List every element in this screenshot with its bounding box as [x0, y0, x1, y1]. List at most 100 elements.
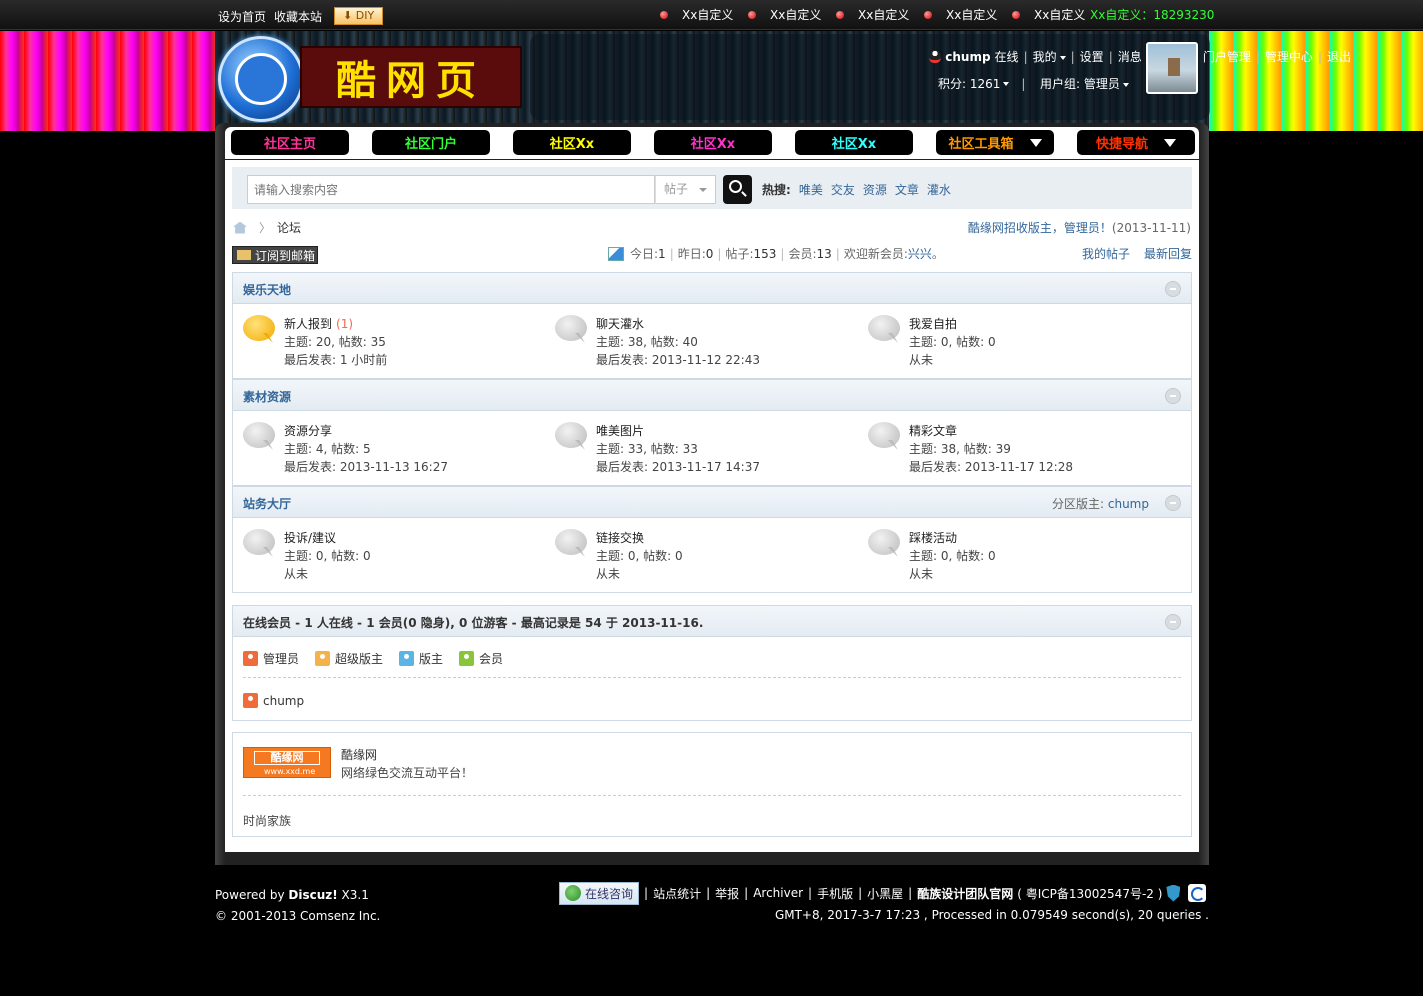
forum-name[interactable]: 链接交换 [596, 529, 644, 546]
logo-icon[interactable] [218, 36, 304, 122]
forum-icon[interactable] [555, 529, 587, 555]
forum-name[interactable]: 我爱自拍 [909, 315, 957, 332]
collapse-icon[interactable] [1165, 495, 1181, 511]
forum-last-post[interactable]: 最后发表: 2013-11-12 22:43 [596, 351, 760, 368]
category-title[interactable]: 娱乐天地 [243, 281, 291, 298]
hot-search-link[interactable]: 资源 [863, 181, 887, 198]
forum-icon[interactable] [868, 315, 900, 341]
my-posts-link[interactable]: 我的帖子 [1082, 245, 1130, 262]
online-title[interactable]: 在线会员 - 1 人在线 - 1 会员(0 隐身), 0 位游客 - 最高记录是… [243, 614, 703, 631]
messages-link[interactable]: 消息 [1118, 48, 1142, 65]
bookmark-link[interactable]: 收藏本站 [274, 8, 322, 25]
forum-last-post[interactable]: 最后发表: 2013-11-13 16:27 [284, 458, 448, 475]
online-user[interactable]: chump [243, 693, 304, 708]
custom-link-2[interactable]: Xx自定义 [744, 6, 832, 23]
forum-name[interactable]: 聊天灌水 [596, 315, 644, 332]
diy-button[interactable]: ⬇ DIY [334, 7, 384, 25]
friend-link-name[interactable]: 酷缘网 [341, 746, 377, 763]
icp-record[interactable]: ( 粤ICP备13002547号-2 ) [1017, 885, 1162, 902]
forum-name[interactable]: 唯美图片 [596, 422, 644, 439]
search-button[interactable] [723, 175, 752, 204]
subscribe-email-button[interactable]: 订阅到邮箱 [232, 246, 318, 264]
logout-link[interactable]: 退出 [1327, 48, 1351, 65]
forum-icon[interactable] [555, 315, 587, 341]
custom-link-1[interactable]: Xx自定义 [656, 6, 744, 23]
cnzz-icon[interactable] [1188, 884, 1207, 902]
triangle-down-icon [1029, 138, 1042, 147]
avatar[interactable] [1146, 42, 1198, 94]
nav-community-portal[interactable]: 社区门户 [372, 130, 490, 155]
separator: | [669, 246, 674, 261]
forum-name[interactable]: 新人报到 (1) [284, 315, 353, 332]
nav-community-xx-3[interactable]: 社区Xx [795, 130, 913, 155]
forum-name[interactable]: 精彩文章 [909, 422, 957, 439]
mobile-link[interactable]: 手机版 [817, 885, 853, 902]
username-link[interactable]: chump [945, 50, 990, 64]
stat-links: 我的帖子 最新回复 [1082, 245, 1192, 262]
legend-label: 会员 [479, 652, 504, 666]
legend-mod: 版主 [399, 650, 443, 667]
custom-link-4[interactable]: Xx自定义 [920, 6, 1008, 23]
red-dot-icon [1012, 10, 1020, 19]
hot-search-link[interactable]: 唯美 [799, 181, 823, 198]
collapse-icon[interactable] [1165, 281, 1181, 297]
triangle-down-icon [1164, 138, 1176, 147]
friend-link-logo[interactable]: 酷缘网 www.xxd.me [243, 747, 331, 778]
forum-name[interactable]: 投诉/建议 [284, 529, 336, 546]
set-home-link[interactable]: 设为首页 [218, 8, 266, 25]
forum-icon[interactable] [868, 529, 900, 555]
forum-name[interactable]: 踩楼活动 [909, 529, 957, 546]
shield-icon[interactable] [1166, 884, 1181, 902]
logo-text-box[interactable]: 酷网页 [300, 46, 522, 108]
forum-icon[interactable] [868, 422, 900, 448]
portal-admin-link[interactable]: 门户管理 [1203, 48, 1251, 65]
category-title[interactable]: 素材资源 [243, 388, 291, 405]
forum-icon[interactable] [555, 422, 587, 448]
forum-icon[interactable] [243, 529, 275, 555]
official-site-link[interactable]: 酷族设计团队官网 [917, 885, 1013, 902]
announcement-text: 酷缘网招收版主，管理员！ [967, 221, 1112, 235]
collapse-icon[interactable] [1165, 388, 1181, 404]
collapse-icon[interactable] [1165, 614, 1181, 630]
user-group-menu[interactable]: 用户组: 管理员 [1040, 75, 1129, 92]
search-input[interactable] [247, 175, 655, 204]
top-bar-left: 设为首页 收藏本站 ⬇ DIY [218, 7, 384, 25]
custom-link-green[interactable]: Xx自定义：18293230 [1090, 6, 1214, 23]
forum-last-post[interactable]: 最后发表: 2013-11-17 12:28 [909, 458, 1073, 475]
site-stats-link[interactable]: 站点统计 [653, 885, 701, 902]
discuz-link[interactable]: Discuz! [288, 888, 337, 902]
custom-link-5[interactable]: Xx自定义 [1008, 6, 1090, 23]
home-icon[interactable] [233, 221, 247, 234]
nav-toolbox[interactable]: 社区工具箱 [936, 130, 1054, 155]
online-consult-button[interactable]: 在线咨询 [559, 881, 640, 905]
moderator-link[interactable]: chump [1108, 497, 1149, 511]
forum-icon[interactable] [243, 422, 275, 448]
hot-search-link[interactable]: 交友 [831, 181, 855, 198]
nav-community-xx-2[interactable]: 社区Xx [654, 130, 772, 155]
forum-last-post[interactable]: 最后发表: 1 小时前 [284, 351, 387, 368]
points-menu[interactable]: 积分: 1261 | [938, 75, 1037, 92]
admin-center-link[interactable]: 管理中心 [1265, 48, 1313, 65]
blackroom-link[interactable]: 小黑屋 [867, 885, 903, 902]
friend-text-link[interactable]: 时尚家族 [243, 812, 291, 829]
search-type-select[interactable]: 帖子 [655, 175, 716, 204]
nav-quick[interactable]: 快捷导航 [1077, 130, 1195, 155]
report-link[interactable]: 举报 [715, 885, 739, 902]
settings-link[interactable]: 设置 [1080, 48, 1104, 65]
my-menu[interactable]: 我的 [1033, 48, 1066, 65]
nav-community-xx-1[interactable]: 社区Xx [513, 130, 631, 155]
custom-link-3[interactable]: Xx自定义 [832, 6, 920, 23]
hot-search-link[interactable]: 文章 [895, 181, 919, 198]
search-type-value: 帖子 [664, 182, 689, 196]
nav-community-home[interactable]: 社区主页 [231, 130, 349, 155]
category-title[interactable]: 站务大厅 [243, 495, 291, 512]
footer-credits: Powered by Discuz! X3.1 © 2001-2013 Coms… [215, 885, 380, 927]
archiver-link[interactable]: Archiver [753, 886, 803, 900]
announcement[interactable]: 酷缘网招收版主，管理员！(2013-11-11) [968, 219, 1191, 236]
forum-last-post[interactable]: 最后发表: 2013-11-17 14:37 [596, 458, 760, 475]
newest-member-link[interactable]: 兴兴 [908, 245, 932, 262]
forum-name[interactable]: 资源分享 [284, 422, 332, 439]
forum-new-icon[interactable] [243, 315, 275, 341]
latest-reply-link[interactable]: 最新回复 [1144, 245, 1192, 262]
hot-search-link[interactable]: 灌水 [927, 181, 951, 198]
